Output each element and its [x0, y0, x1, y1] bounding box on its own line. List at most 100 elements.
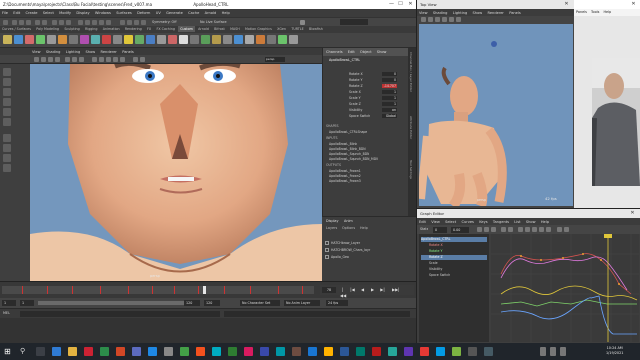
app-icon[interactable] [292, 347, 301, 356]
channel-attr-value[interactable]: 1 [382, 90, 397, 94]
linear-tangent-icon[interactable] [525, 227, 530, 232]
go-to-start-button[interactable]: |◀◀ [340, 287, 346, 298]
tv-menu-lighting[interactable]: Lighting [451, 9, 470, 15]
app-icon[interactable] [196, 347, 205, 356]
channel-attr-value[interactable]: 0 [382, 72, 397, 76]
timeline-track[interactable] [2, 286, 314, 294]
ge-menu-tangents[interactable]: Tangents [491, 218, 511, 224]
layout-two-icon[interactable] [3, 154, 11, 162]
plateau-tangent-icon[interactable] [546, 227, 551, 232]
app-icon[interactable] [148, 347, 157, 356]
smooth-shade-icon[interactable] [99, 57, 104, 62]
flat-tangent-icon[interactable] [532, 227, 537, 232]
symmetry-status[interactable]: Symmetry: Off [152, 20, 177, 24]
input-item[interactable]: ApolloBrowL_Squnch_BDN_MDV [329, 157, 378, 161]
range-slider[interactable] [38, 301, 198, 305]
channel-attr-value[interactable]: Global [382, 114, 397, 118]
shelf-tool-icon[interactable] [245, 35, 254, 44]
app-icon[interactable] [276, 347, 285, 356]
shelf-tool-icon[interactable] [102, 35, 111, 44]
shelf-tab-poly[interactable]: Poly Modeling [34, 26, 61, 32]
resolution-gate-icon[interactable] [79, 57, 84, 62]
image-plane-icon[interactable] [55, 57, 60, 62]
maximize-button[interactable]: ☐ [397, 1, 404, 8]
textured-icon[interactable] [106, 57, 111, 62]
graph-editor-close-button[interactable]: ✕ [629, 210, 636, 217]
menu-arnold[interactable]: Arnold [203, 9, 219, 15]
layer-tab-display[interactable]: Display [326, 219, 339, 223]
app-icon[interactable] [228, 347, 237, 356]
output-item[interactable]: ApolloBrowL_Frown3 [329, 179, 361, 183]
outliner-row[interactable]: ApolloBrowL_CTRL [421, 237, 487, 242]
channel-attr-row[interactable]: Rotate X 0 [325, 72, 407, 77]
channel-attr-value[interactable]: on [382, 108, 397, 112]
menu-select[interactable]: Select [41, 9, 56, 15]
frame-playback-icon[interactable] [508, 227, 513, 232]
tv-menu-shading[interactable]: Shading [431, 9, 450, 15]
go-to-end-button[interactable]: ▶▶| [392, 287, 400, 293]
channel-tab-channels[interactable]: Channels [326, 50, 343, 54]
shape-item[interactable]: ApolloBrowL_CTRLShape [329, 130, 367, 134]
redo-icon[interactable] [42, 20, 47, 25]
side-tab-tool-settings[interactable]: Tool Settings [409, 160, 413, 190]
frame-all-icon[interactable] [501, 227, 506, 232]
range-inner-end-field[interactable]: 120 [184, 300, 200, 306]
top-view-close-button[interactable]: ✕ [563, 1, 570, 8]
shelf-tool-icon[interactable] [212, 35, 221, 44]
shelf-tool-icon[interactable] [14, 35, 23, 44]
app-icon[interactable] [468, 347, 477, 356]
tv-menu-show[interactable]: Show [471, 9, 485, 15]
menu-create[interactable]: Create [24, 9, 40, 15]
tray-icon[interactable] [540, 347, 546, 356]
ge-menu-show[interactable]: Show [524, 218, 538, 224]
app-icon[interactable] [132, 347, 141, 356]
app-icon[interactable] [260, 347, 269, 356]
grid-icon[interactable] [428, 17, 433, 22]
app-icon[interactable] [452, 347, 461, 356]
tv-menu-renderer[interactable]: Renderer [486, 9, 506, 15]
search-icon[interactable]: ⚲ [20, 347, 29, 356]
outliner-row[interactable]: Rotate X [421, 243, 487, 248]
tv-menu-panels[interactable]: Panels [507, 9, 523, 15]
camera-attrs-icon[interactable] [41, 57, 46, 62]
select-tool-icon[interactable] [3, 68, 11, 76]
shelf-tab-blowfish[interactable]: Blowfish [307, 26, 325, 32]
snap-view-icon[interactable] [99, 20, 104, 25]
channel-tab-object[interactable]: Object [360, 50, 372, 54]
layout-outliner-icon[interactable] [3, 164, 11, 172]
channel-attr-row[interactable]: Scale X 1 [325, 90, 407, 95]
shelf-tab-turtle[interactable]: TURTLE [289, 26, 305, 32]
range-start-field[interactable]: 1 [2, 300, 16, 306]
character-set-dropdown[interactable]: No Character Set [240, 300, 280, 306]
ge-value-field[interactable]: 0.00 [451, 227, 469, 233]
range-end-field[interactable]: 120 [204, 300, 220, 306]
shelf-tool-icon[interactable] [58, 35, 67, 44]
layout-four-icon[interactable] [3, 144, 11, 152]
outliner-row[interactable]: Rotate Y [421, 249, 487, 254]
shelf-tool-icon[interactable] [146, 35, 155, 44]
channel-attr-row[interactable]: Rotate Z -14.707 [325, 84, 407, 89]
app-icon[interactable] [436, 347, 445, 356]
layer-row[interactable]: HATCHBROW_Chars_layr [325, 248, 411, 254]
input-item[interactable]: ApolloBrowL_Blink_BDN [329, 147, 366, 151]
film-gate-icon[interactable] [72, 57, 77, 62]
shelf-tool-icon[interactable] [289, 35, 298, 44]
channel-attr-row[interactable]: Space Switch Global [325, 114, 407, 119]
xray-icon[interactable] [133, 57, 138, 62]
mode-selector-icon[interactable] [3, 20, 8, 25]
camera-icon[interactable] [421, 17, 426, 22]
side-tab-channel-box[interactable]: Channel Box / Layer Editor [409, 52, 413, 112]
isolate-icon[interactable] [140, 57, 145, 62]
shelf-tool-icon[interactable] [91, 35, 100, 44]
live-surface-status[interactable]: No Live Surface [200, 20, 227, 24]
layout-single-icon[interactable] [3, 134, 11, 142]
fps-dropdown[interactable]: 24 fps [326, 300, 348, 306]
shelf-tool-icon[interactable] [168, 35, 177, 44]
shelf-tab-xgen[interactable]: XGen [275, 26, 288, 32]
ge-menu-view[interactable]: View [429, 218, 442, 224]
lasso-tool-icon[interactable] [3, 78, 11, 86]
top-view-viewport[interactable] [419, 24, 573, 206]
windows-start-icon[interactable]: ⊞ [4, 347, 13, 356]
shelf-tab-motion-graphics[interactable]: Motion Graphics [243, 26, 274, 32]
channel-attr-value[interactable]: 1 [382, 96, 397, 100]
